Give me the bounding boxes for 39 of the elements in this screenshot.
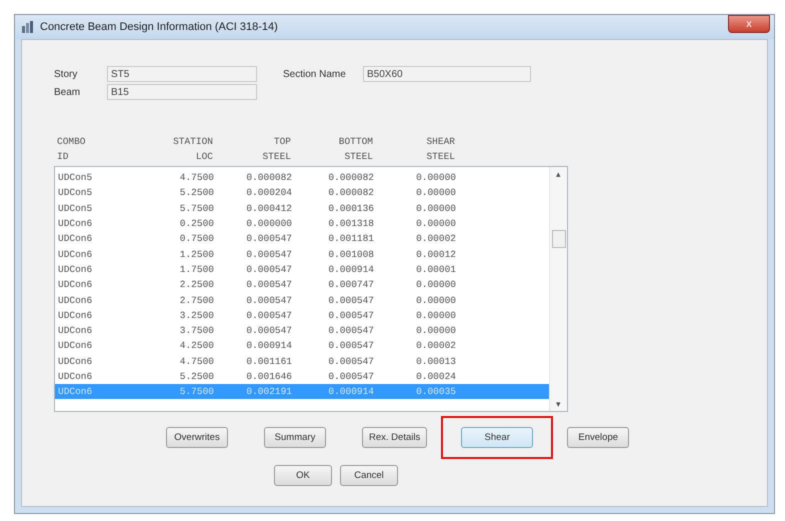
column-header: COMBO ID <box>56 135 87 164</box>
column-header: STATION LOC <box>172 135 213 164</box>
list-row[interactable]: UDCon6 1.2500 0.000547 0.001008 0.00012 <box>55 246 549 262</box>
dialog-button[interactable]: Overwrites <box>166 427 228 448</box>
text-field[interactable]: B50X60 <box>363 66 531 82</box>
text-field[interactable]: ST5 <box>107 66 257 82</box>
dialog-button[interactable]: Rex. Details <box>362 427 428 448</box>
dialog-button[interactable]: Summary <box>264 427 326 448</box>
scroll-down-button[interactable]: ▾ <box>556 397 561 411</box>
list-row[interactable]: UDCon5 5.7500 0.000412 0.000136 0.00000 <box>55 200 549 216</box>
list-row[interactable]: UDCon6 0.2500 0.000000 0.001318 0.00000 <box>55 216 549 232</box>
window-title: Concrete Beam Design Information (ACI 318-14) <box>40 21 278 33</box>
dialog-button[interactable]: OK <box>274 465 332 486</box>
field-label: Beam <box>54 86 82 98</box>
dialog-button[interactable]: Cancel <box>340 465 398 486</box>
dialog-button[interactable]: Envelope <box>567 427 630 448</box>
column-header: BOTTOM STEEL <box>338 135 373 164</box>
list-row[interactable]: UDCon6 3.7500 0.000547 0.000547 0.00000 <box>55 322 549 338</box>
field-label: Section Name <box>283 68 347 80</box>
scroll-thumb[interactable] <box>552 230 566 248</box>
list-row[interactable]: UDCon6 1.7500 0.000547 0.000914 0.00001 <box>55 262 549 278</box>
list-row[interactable]: UDCon6 3.2500 0.000547 0.000547 0.00000 <box>55 308 549 323</box>
list-row[interactable]: UDCon6 4.7500 0.001161 0.000547 0.00013 <box>55 354 549 369</box>
app-icon <box>21 20 35 34</box>
dialog-button[interactable]: Shear <box>461 427 534 448</box>
list-row[interactable]: UDCon5 5.2500 0.000204 0.000082 0.00000 <box>55 185 549 201</box>
text-field[interactable]: B15 <box>107 84 257 100</box>
list-row[interactable]: UDCon6 0.7500 0.000547 0.001181 0.00002 <box>55 231 549 246</box>
scroll-up-button[interactable]: ▴ <box>556 167 561 181</box>
column-header: SHEAR STEEL <box>425 135 455 164</box>
scrollbar[interactable]: ▴ ▾ <box>549 167 567 411</box>
list-row[interactable]: UDCon6 2.7500 0.000547 0.000547 0.00000 <box>55 292 549 308</box>
list-row[interactable]: UDCon6 4.2500 0.000914 0.000547 0.00002 <box>55 338 549 354</box>
field-label: Story <box>54 68 78 80</box>
close-button[interactable]: x <box>728 15 770 33</box>
list-row[interactable]: UDCon6 2.2500 0.000547 0.000747 0.00000 <box>55 277 549 292</box>
list-row[interactable]: UDCon6 5.2500 0.001646 0.000547 0.00024 <box>55 368 549 384</box>
list-row[interactable]: UDCon5 4.7500 0.000082 0.000082 0.00000 <box>55 170 549 186</box>
column-header: TOP STEEL <box>261 135 291 164</box>
